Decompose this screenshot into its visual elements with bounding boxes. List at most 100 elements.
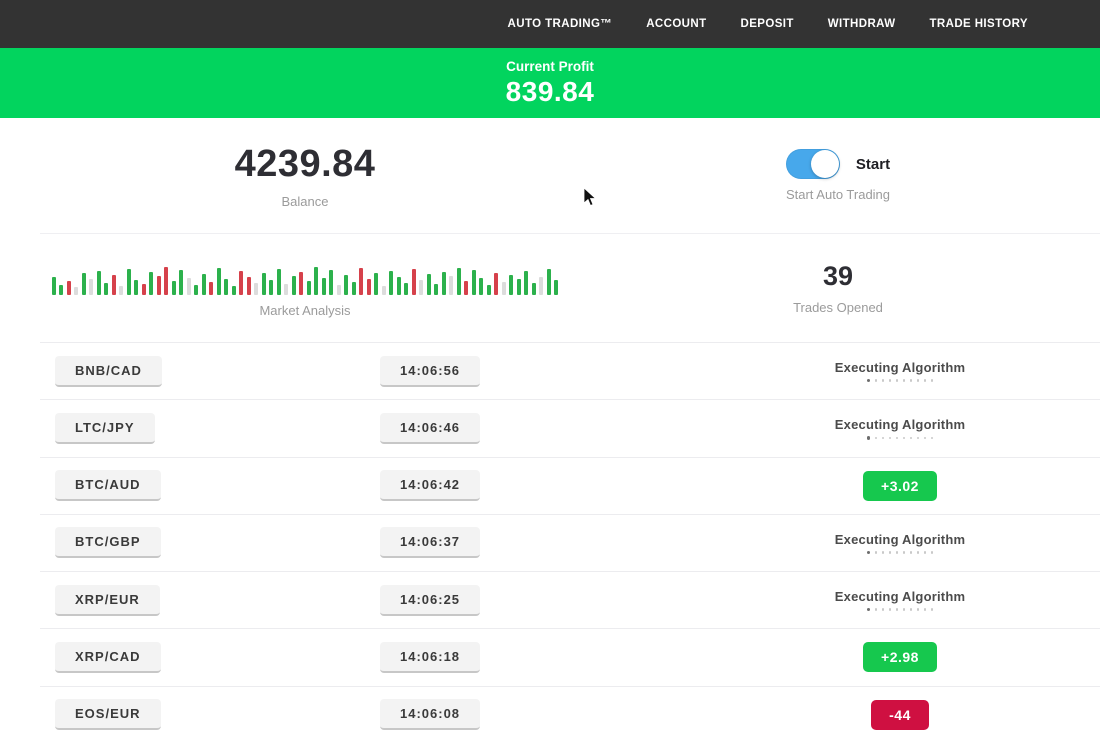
market-bar <box>59 285 63 295</box>
market-bar <box>434 284 438 295</box>
market-bar <box>539 277 543 295</box>
market-bar <box>389 271 393 295</box>
progress-dots-icon <box>867 379 934 383</box>
market-bar <box>284 284 288 295</box>
market-bar <box>502 282 506 295</box>
market-bar <box>457 268 461 295</box>
trades-opened-value: 39 <box>823 261 853 292</box>
market-bar <box>487 285 491 295</box>
stats-row-balance: 4239.84 Balance Start Start Auto Trading <box>0 118 1100 233</box>
toggle-knob-icon <box>811 150 839 178</box>
market-bar <box>269 280 273 295</box>
market-bar <box>89 279 93 295</box>
market-bar <box>224 279 228 295</box>
market-bar <box>254 283 258 295</box>
trade-pair-chip[interactable]: BNB/CAD <box>55 356 162 387</box>
market-bar <box>382 286 386 295</box>
market-bar <box>322 278 326 295</box>
market-analysis-stat: Market Analysis <box>0 259 610 318</box>
market-bar <box>149 272 153 295</box>
trade-pair-chip[interactable]: XRP/EUR <box>55 585 160 616</box>
trade-pair-chip[interactable]: XRP/CAD <box>55 642 161 673</box>
market-bar <box>532 283 536 295</box>
profit-banner: Current Profit 839.84 <box>0 48 1100 118</box>
market-bar <box>104 283 108 295</box>
trades-opened-label: Trades Opened <box>793 300 883 315</box>
market-bar <box>194 285 198 295</box>
trade-pair-chip[interactable]: EOS/EUR <box>55 699 161 730</box>
stats-row-market: Market Analysis 39 Trades Opened <box>0 234 1100 342</box>
market-bar <box>464 281 468 295</box>
market-bar <box>247 277 251 295</box>
nav-item-withdraw[interactable]: WITHDRAW <box>828 18 896 30</box>
market-bar <box>142 284 146 295</box>
market-bar <box>419 280 423 295</box>
market-bar <box>517 279 521 295</box>
executing-algorithm-label: Executing Algorithm <box>835 417 965 432</box>
trade-time-chip: 14:06:25 <box>380 585 480 616</box>
balance-label: Balance <box>282 194 329 209</box>
market-bar <box>299 272 303 295</box>
executing-algorithm-label: Executing Algorithm <box>835 532 965 547</box>
executing-algorithm-label: Executing Algorithm <box>835 589 965 604</box>
toggle-label: Start <box>856 156 890 173</box>
market-bar <box>179 270 183 295</box>
balance-value: 4239.84 <box>235 143 376 186</box>
market-bar <box>112 275 116 295</box>
trade-row: XRP/EUR 14:06:25 Executing Algorithm <box>40 572 1100 629</box>
trade-pair-chip[interactable]: BTC/GBP <box>55 527 161 558</box>
market-bar <box>524 271 528 295</box>
market-bar <box>134 280 138 295</box>
trade-row: BNB/CAD 14:06:56 Executing Algorithm <box>40 343 1100 400</box>
trade-time-chip: 14:06:37 <box>380 527 480 558</box>
trade-row: BTC/AUD 14:06:42 +3.02 <box>40 458 1100 515</box>
market-bar <box>494 273 498 295</box>
market-bar <box>374 273 378 295</box>
market-bar <box>367 279 371 295</box>
market-bar <box>479 278 483 295</box>
balance-stat: 4239.84 Balance <box>0 143 610 209</box>
trade-row: LTC/JPY14:06:46Executing Algorithm <box>40 400 1100 457</box>
trade-pair-chip[interactable]: BTC/AUD <box>55 470 161 501</box>
loss-badge: -44 <box>871 700 929 730</box>
market-bar <box>172 281 176 295</box>
nav-item-trade-history[interactable]: TRADE HISTORY <box>930 18 1029 30</box>
market-bar <box>239 271 243 295</box>
auto-trading-stat: Start Start Auto Trading <box>610 149 1066 202</box>
auto-trading-toggle[interactable] <box>786 149 840 179</box>
market-bar <box>82 273 86 295</box>
trades-opened-stat: 39 Trades Opened <box>610 261 1066 315</box>
market-bar <box>359 268 363 295</box>
market-bar <box>52 277 56 295</box>
market-bar <box>262 273 266 295</box>
market-bar <box>352 282 356 295</box>
trade-time-chip: 14:06:56 <box>380 356 480 387</box>
market-bar <box>127 269 131 295</box>
market-bar <box>397 277 401 295</box>
profit-banner-value: 839.84 <box>506 76 595 108</box>
nav-item-auto-trading[interactable]: AUTO TRADING™ <box>508 18 613 30</box>
market-bar <box>449 276 453 295</box>
profit-badge: +3.02 <box>863 471 937 501</box>
market-analysis-label: Market Analysis <box>259 303 350 318</box>
market-bar <box>472 270 476 295</box>
trade-row: BTC/GBP 14:06:37 Executing Algorithm <box>40 515 1100 572</box>
market-bar <box>209 282 213 295</box>
market-bar <box>427 274 431 295</box>
progress-dots-icon <box>867 551 934 555</box>
market-bar <box>547 269 551 295</box>
market-bar <box>329 270 333 295</box>
trade-time-chip: 14:06:42 <box>380 470 480 501</box>
trade-pair-chip[interactable]: LTC/JPY <box>55 413 155 444</box>
market-bar <box>97 271 101 295</box>
market-bar <box>314 267 318 295</box>
market-bar <box>307 281 311 295</box>
market-bar <box>337 285 341 295</box>
executing-algorithm-label: Executing Algorithm <box>835 360 965 375</box>
profit-banner-label: Current Profit <box>506 59 594 74</box>
nav-item-deposit[interactable]: DEPOSIT <box>741 18 794 30</box>
market-bar <box>292 276 296 295</box>
trade-row: EOS/EUR14:06:08-44 <box>40 687 1100 742</box>
market-bar <box>412 269 416 295</box>
nav-item-account[interactable]: ACCOUNT <box>646 18 706 30</box>
